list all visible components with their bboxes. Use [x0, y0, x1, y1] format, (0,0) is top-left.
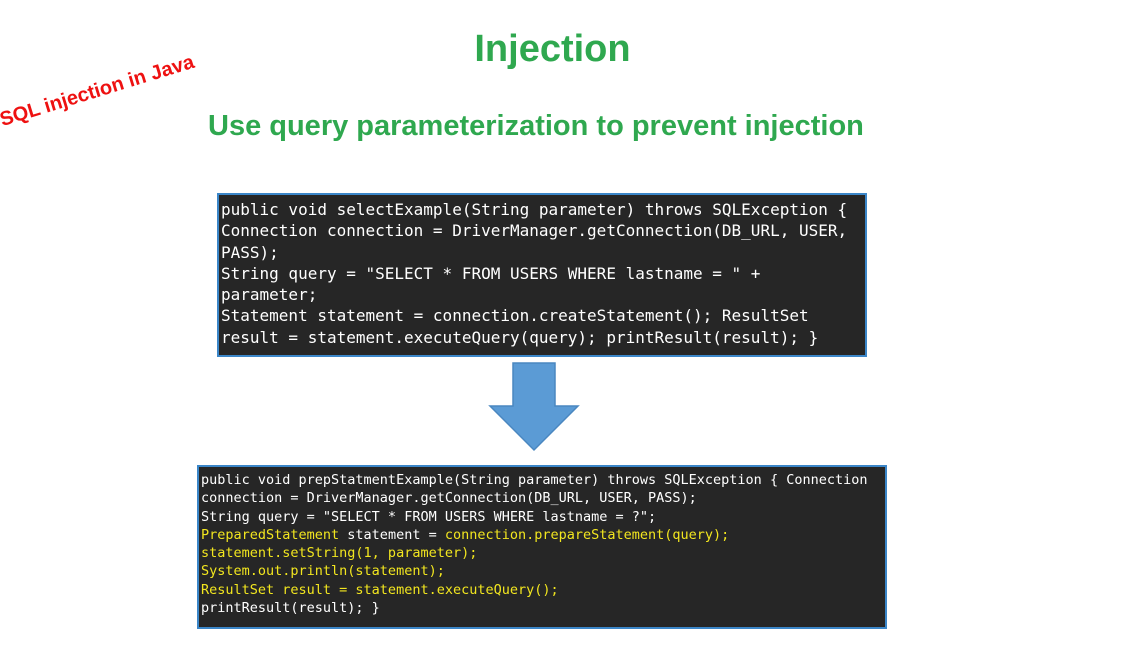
code-line: PASS);: [221, 242, 279, 262]
code-line-highlighted: statement.setString(1, parameter);: [201, 545, 478, 562]
prepare-statement-call: connection.prepareStatement(query);: [444, 526, 730, 543]
code-line: public void prepStatmentExample(String p…: [201, 472, 868, 488]
slide-subtitle: Use query parameterization to prevent in…: [208, 110, 864, 142]
code-line: String query = "SELECT * FROM USERS WHER…: [221, 263, 761, 283]
code-line-highlighted: ResultSet result = statement.executeQuer…: [201, 581, 559, 598]
code-line: printResult(result); }: [201, 600, 380, 617]
code-line: String query = "SELECT * FROM USERS WHER…: [201, 508, 657, 525]
code-fragment: statement =: [339, 526, 445, 543]
parameterized-code-block: public void prepStatmentExample(String p…: [197, 465, 887, 629]
prepared-statement-keyword: PreparedStatement: [201, 526, 340, 543]
code-line-highlighted: System.out.println(statement);: [201, 563, 445, 580]
code-line: parameter;: [221, 285, 318, 305]
code-line-highlighted: PreparedStatement statement = connection…: [201, 526, 883, 544]
code-line: Statement statement = connection.createS…: [221, 306, 809, 326]
vulnerable-code-block: public void selectExample(String paramet…: [217, 193, 867, 357]
code-line: connection = DriverManager.getConnection…: [201, 490, 697, 507]
code-line: result = statement.executeQuery(query); …: [221, 327, 819, 347]
code-line: Connection connection = DriverManager.ge…: [221, 221, 848, 241]
down-arrow-icon: [488, 362, 580, 452]
code-line: public void selectExample(String paramet…: [221, 200, 848, 219]
